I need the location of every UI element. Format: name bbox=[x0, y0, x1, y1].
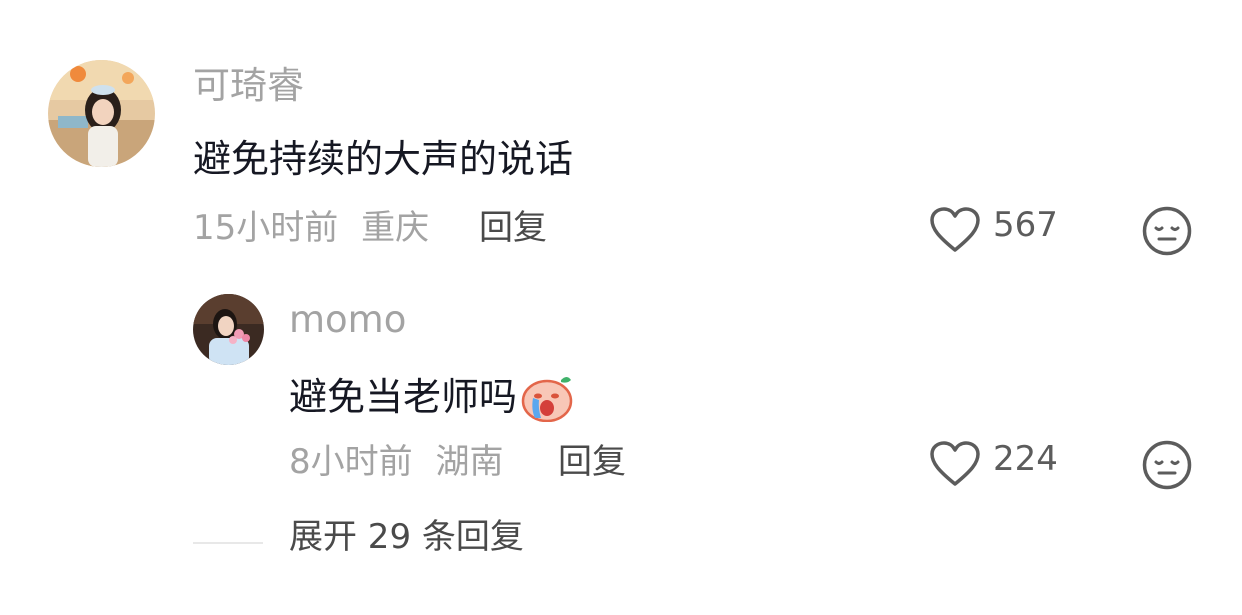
reply-button[interactable]: 回复 bbox=[479, 208, 547, 248]
like-count: 567 bbox=[993, 205, 1058, 245]
comment-meta: 15小时前 重庆 bbox=[193, 208, 429, 248]
comment-username[interactable]: 可琦睿 bbox=[193, 66, 304, 106]
expand-replies-button[interactable]: 展开 29 条回复 bbox=[289, 517, 524, 557]
comment-thread: 可琦睿 避免持续的大声的说话 15小时前 重庆 回复 567 momo 避免当老… bbox=[0, 0, 1242, 615]
comment-location: 重庆 bbox=[361, 208, 430, 248]
reply-location: 湖南 bbox=[435, 442, 504, 482]
reply-username[interactable]: momo bbox=[289, 300, 406, 340]
crying-sticker-emoji bbox=[519, 372, 575, 423]
reply-text: 避免当老师吗 bbox=[289, 372, 575, 423]
dislike-face-icon[interactable] bbox=[1141, 439, 1193, 491]
heart-icon[interactable] bbox=[929, 440, 981, 488]
dislike-face-icon[interactable] bbox=[1141, 205, 1193, 257]
comment-text: 避免持续的大声的说话 bbox=[193, 137, 574, 181]
reply-time: 8小时前 bbox=[289, 442, 413, 482]
reply-text-content: 避免当老师吗 bbox=[289, 375, 518, 419]
comment-time: 15小时前 bbox=[193, 208, 339, 248]
reply-like-count: 224 bbox=[993, 439, 1058, 479]
reply-meta: 8小时前 湖南 bbox=[289, 442, 503, 482]
avatar[interactable] bbox=[48, 60, 155, 167]
heart-icon[interactable] bbox=[929, 206, 981, 254]
expand-divider bbox=[193, 542, 263, 544]
reply-avatar[interactable] bbox=[193, 294, 264, 365]
reply-reply-button[interactable]: 回复 bbox=[558, 442, 626, 482]
